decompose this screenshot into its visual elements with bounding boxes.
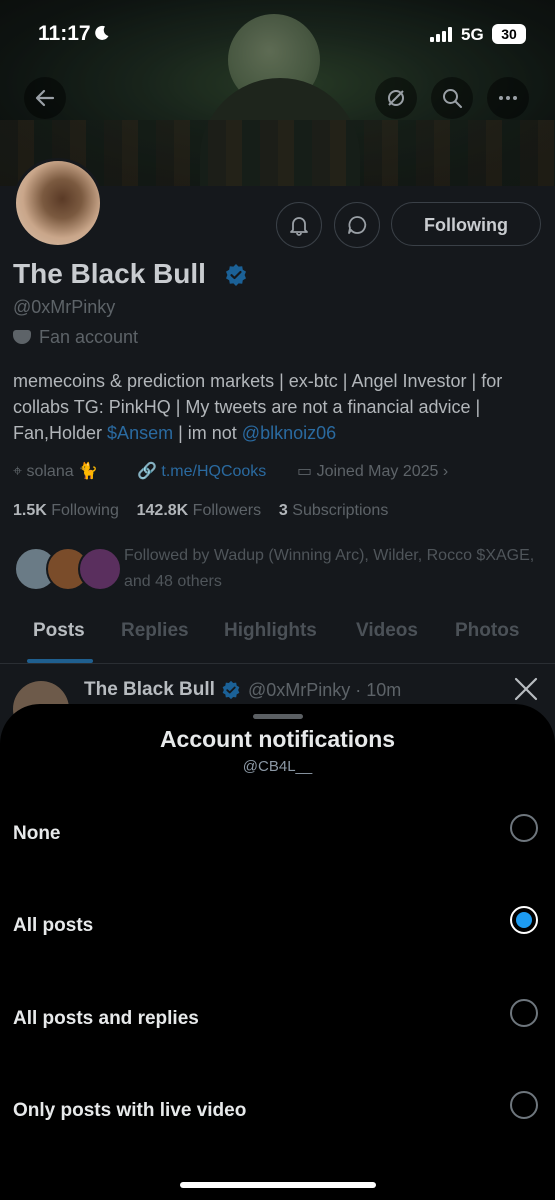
profile-handle: @0xMrPinky xyxy=(13,297,116,317)
followers-stat[interactable]: 142.8K Followers xyxy=(137,502,262,519)
x-logo-icon xyxy=(514,677,538,701)
post-author-name[interactable]: The Black Bull xyxy=(84,679,215,701)
profile-website[interactable]: 🔗 t.me/HQCooks xyxy=(137,461,266,481)
bio-link-ansem[interactable]: $Ansem xyxy=(107,423,173,443)
following-stat[interactable]: 1.5K Following xyxy=(13,502,119,519)
avatar xyxy=(78,547,122,591)
tab-posts[interactable]: Posts xyxy=(33,620,85,642)
bio-link-blknoiz06[interactable]: @blknoiz06 xyxy=(242,423,336,443)
profile-joined[interactable]: ▭ Joined May 2025 › xyxy=(297,461,448,481)
chevron-right-icon: › xyxy=(442,463,449,480)
radio-all-posts[interactable] xyxy=(510,906,538,934)
theater-masks-icon xyxy=(13,330,31,344)
followed-by-text[interactable]: Followed by Wadup (Winning Arc), Wilder,… xyxy=(124,543,544,595)
radio-live-video[interactable] xyxy=(510,1091,538,1119)
network-type: 5G xyxy=(461,25,484,44)
calendar-icon: ▭ xyxy=(297,463,313,480)
status-time: 11:17 xyxy=(38,22,91,45)
eye-slash-icon xyxy=(388,90,404,106)
notification-bell-button[interactable] xyxy=(276,202,322,248)
account-notifications-sheet: Account notifications @CB4L__ None All p… xyxy=(0,704,555,1200)
hide-button[interactable] xyxy=(375,77,417,119)
radio-all-posts-and-replies[interactable] xyxy=(510,999,538,1027)
back-button[interactable] xyxy=(24,77,66,119)
radio-none[interactable] xyxy=(510,814,538,842)
profile-bio: memecoins & prediction markets | ex-btc … xyxy=(13,371,503,443)
post-handle-time: @0xMrPinky · 10m xyxy=(248,680,402,700)
moon-icon xyxy=(95,25,109,40)
home-indicator[interactable] xyxy=(180,1182,376,1188)
verified-badge-icon xyxy=(226,264,246,286)
profile-avatar[interactable] xyxy=(13,158,103,248)
tab-photos[interactable]: Photos xyxy=(455,620,519,642)
bell-icon xyxy=(290,217,308,236)
battery-indicator: 30 xyxy=(492,24,526,44)
option-live-video[interactable]: Only posts with live video xyxy=(0,1078,555,1148)
location-pin-icon: ⌖ xyxy=(13,463,23,480)
status-bar: 11:17 5G 30 xyxy=(0,0,555,70)
tab-replies[interactable]: Replies xyxy=(121,620,189,642)
profile-location: ⌖ solana 🐈 xyxy=(13,463,98,480)
subscriptions-stat[interactable]: 3 Subscriptions xyxy=(279,502,388,519)
more-dots-icon xyxy=(499,96,517,100)
message-button[interactable] xyxy=(334,202,380,248)
following-button[interactable]: Following xyxy=(391,202,541,246)
sheet-subtitle: @CB4L__ xyxy=(242,758,313,775)
more-button[interactable] xyxy=(487,77,529,119)
option-none[interactable]: None xyxy=(0,801,555,871)
verified-badge-icon xyxy=(222,680,240,700)
tab-videos[interactable]: Videos xyxy=(356,620,418,642)
arrow-left-icon xyxy=(35,89,55,107)
profile-category: Fan account xyxy=(13,327,138,348)
chat-bubble-icon xyxy=(348,216,367,234)
link-icon: 🔗 xyxy=(137,463,157,480)
option-all-posts-and-replies[interactable]: All posts and replies xyxy=(0,986,555,1056)
search-icon xyxy=(443,89,462,108)
profile-name: The Black Bull xyxy=(13,258,206,289)
option-all-posts[interactable]: All posts xyxy=(0,893,555,963)
signal-icon xyxy=(430,27,452,42)
profile-stats: 1.5K Following 142.8K Followers 3 Subscr… xyxy=(13,502,388,520)
sheet-grabber[interactable] xyxy=(253,714,303,719)
sheet-title: Account notifications xyxy=(159,726,396,752)
profile-tabs: Posts Replies Highlights Videos Photos xyxy=(0,612,555,662)
search-button[interactable] xyxy=(431,77,473,119)
tab-highlights[interactable]: Highlights xyxy=(224,620,317,642)
